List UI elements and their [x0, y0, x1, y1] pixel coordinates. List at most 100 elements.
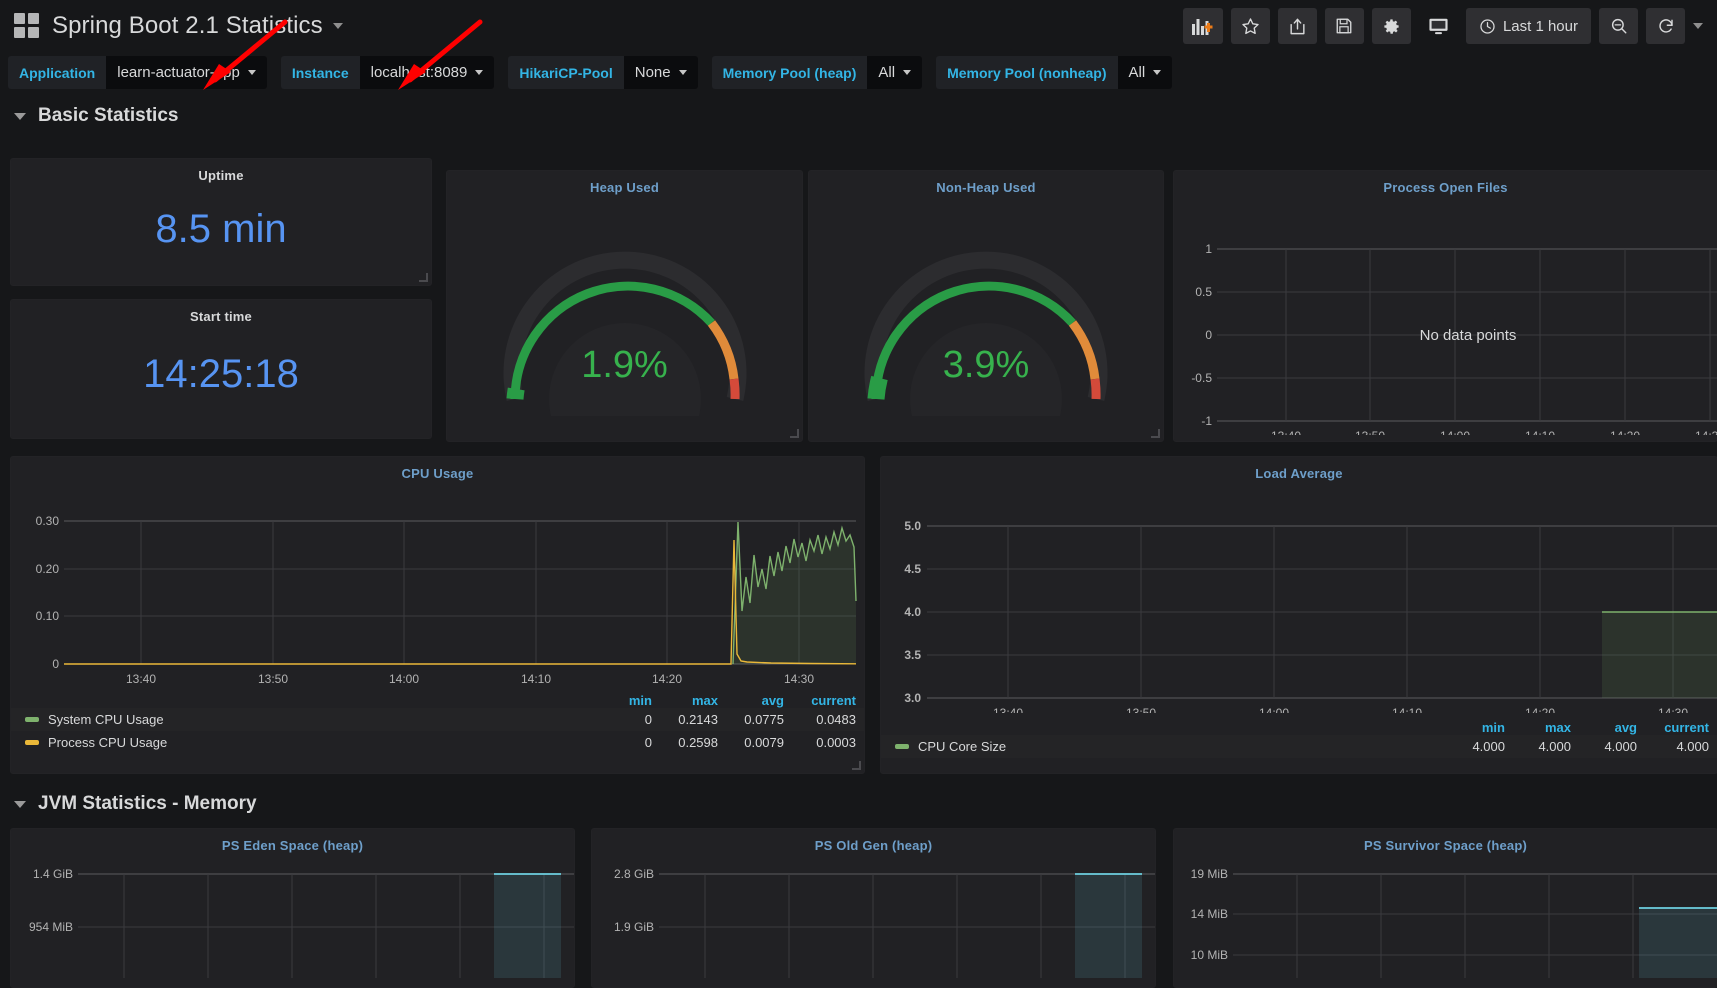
eden-area: [494, 874, 561, 978]
ytick-label: 0.20: [36, 562, 60, 576]
ytick-label: 4.0: [904, 605, 921, 619]
ytick-label: 4.5: [904, 562, 921, 576]
ps-eden-space-graph[interactable]: 1.4 GiB 954 MiB: [11, 853, 575, 978]
panel-load-average[interactable]: Load Average 5.0 4.5 4.0 3.5 3.0 13:40 1…: [880, 456, 1717, 774]
panel-heap-used[interactable]: Heap Used 1.9%: [446, 170, 803, 442]
panel-resize-handle[interactable]: [852, 761, 861, 770]
xtick-label: 13:40: [126, 672, 156, 686]
legend-min-value: 4.000: [1472, 739, 1505, 754]
legend-row[interactable]: CPU Core Size 4.000 4.000 4.000 4.000: [881, 735, 1717, 758]
legend-series-name: System CPU Usage: [48, 712, 164, 727]
chevron-down-icon[interactable]: [332, 23, 343, 29]
ytick-label: 1: [1205, 242, 1212, 256]
xtick-label: 14:30: [1658, 706, 1688, 713]
xtick-label: 14:20: [1610, 429, 1640, 435]
panel-non-heap-used[interactable]: Non-Heap Used 3.9%: [808, 170, 1164, 442]
var-memory-pool-nonheap-select[interactable]: All: [1117, 56, 1173, 89]
row-header-basic-statistics[interactable]: Basic Statistics: [0, 97, 1717, 133]
panel-resize-handle[interactable]: [419, 273, 428, 282]
ytick-label: 0: [1205, 328, 1212, 342]
legend-avg-value: 0.0079: [744, 735, 784, 750]
legend-col-min[interactable]: min: [594, 693, 660, 708]
cpu-usage-graph[interactable]: 0.30 0.20 0.10 0 13:40 13:50 14:00 14:10…: [11, 481, 865, 686]
panel-title: Process Open Files: [1383, 180, 1508, 195]
add-panel-button[interactable]: [1182, 8, 1223, 44]
nonheap-gauge: 3.9%: [809, 201, 1163, 416]
xtick-label: 13:40: [1271, 429, 1301, 435]
ytick-label: 14 MiB: [1191, 907, 1228, 921]
ytick-label: -0.5: [1191, 371, 1212, 385]
panel-ps-old-gen[interactable]: PS Old Gen (heap) 2.8 GiB 1.9 GiB: [591, 828, 1156, 988]
clock-icon: [1480, 18, 1495, 34]
var-memory-pool-nonheap-label: Memory Pool (nonheap): [936, 56, 1118, 89]
xtick-label: 13:50: [1355, 429, 1385, 435]
legend-max-value: 0.2598: [678, 735, 718, 750]
xtick-label: 14:20: [652, 672, 682, 686]
panel-title: PS Survivor Space (heap): [1363, 838, 1528, 853]
oldgen-area: [1075, 874, 1142, 978]
legend-row[interactable]: System CPU Usage 0 0.2143 0.0775 0.0483: [11, 708, 864, 731]
zoom-out-button[interactable]: [1599, 8, 1638, 44]
xtick-label: 14:30: [784, 672, 814, 686]
page-title[interactable]: Spring Boot 2.1 Statistics: [52, 12, 323, 40]
share-button[interactable]: [1277, 8, 1317, 44]
ps-survivor-space-graph[interactable]: 19 MiB 14 MiB 10 MiB: [1174, 853, 1717, 978]
panel-resize-handle[interactable]: [1151, 429, 1160, 438]
xtick-label: 13:50: [1126, 706, 1156, 713]
time-range-label: Last 1 hour: [1502, 17, 1578, 35]
process-open-files-graph[interactable]: 1 0.5 0 -0.5 -1 13:40 13:50 14:00 14:10 …: [1174, 195, 1717, 441]
legend-col-avg[interactable]: avg: [1579, 720, 1645, 735]
star-button[interactable]: [1230, 8, 1270, 44]
legend-col-max[interactable]: max: [1513, 720, 1579, 735]
legend-col-current[interactable]: current: [1645, 720, 1717, 735]
panel-title: CPU Usage: [401, 466, 474, 481]
legend-col-avg[interactable]: avg: [726, 693, 792, 708]
ytick-label: 2.8 GiB: [614, 867, 654, 881]
legend-series-name: CPU Core Size: [918, 739, 1007, 754]
refresh-button[interactable]: [1646, 8, 1685, 44]
kiosk-button[interactable]: [1419, 8, 1458, 44]
time-range-picker[interactable]: Last 1 hour: [1465, 8, 1591, 44]
panel-title: Non-Heap Used: [936, 180, 1036, 195]
cpu-usage-legend: . min max avg current System CPU Usage 0…: [11, 691, 864, 754]
panel-title: Heap Used: [590, 180, 659, 195]
xtick-label: 14:00: [1259, 706, 1289, 713]
xtick-label: 14:20: [1525, 706, 1555, 713]
legend-row[interactable]: Process CPU Usage 0 0.2598 0.0079 0.0003: [11, 731, 864, 754]
panel-title: Uptime: [198, 168, 244, 183]
ytick-label: 1.9 GiB: [614, 920, 654, 934]
ytick-label: 0: [52, 657, 59, 671]
legend-col-max[interactable]: max: [660, 693, 726, 708]
refresh-interval-caret-icon[interactable]: [1693, 23, 1703, 29]
legend-min-value: 0: [644, 712, 652, 727]
panel-cpu-usage[interactable]: CPU Usage 0.30 0.20 0.10 0 13:40 13:50 1…: [10, 456, 865, 774]
var-memory-pool-nonheap: Memory Pool (nonheap) All: [936, 56, 1173, 89]
panel-resize-handle[interactable]: [790, 429, 799, 438]
panel-uptime[interactable]: Uptime 8.5 min: [10, 158, 432, 286]
chevron-down-icon: [14, 800, 26, 808]
var-memory-pool-nonheap-value: All: [1128, 64, 1146, 81]
legend-max-value: 0.2143: [678, 712, 718, 727]
save-button[interactable]: [1324, 8, 1364, 44]
ytick-label: 3.5: [904, 648, 921, 662]
nonheap-gauge-value: 3.9%: [942, 344, 1030, 386]
legend-col-min[interactable]: min: [1447, 720, 1513, 735]
var-instance-select[interactable]: localhost:8089: [359, 56, 495, 89]
chevron-down-icon: [475, 70, 484, 75]
ps-old-gen-graph[interactable]: 2.8 GiB 1.9 GiB: [592, 853, 1156, 978]
legend-col-current[interactable]: current: [792, 693, 864, 708]
var-hikaricp-pool-select[interactable]: None: [623, 56, 698, 89]
row-header-jvm-statistics-memory[interactable]: JVM Statistics - Memory: [0, 785, 257, 821]
panel-ps-survivor-space[interactable]: PS Survivor Space (heap) 19 MiB 14 MiB 1…: [1173, 828, 1717, 988]
var-hikaricp-pool-value: None: [634, 64, 671, 81]
load-average-graph[interactable]: 5.0 4.5 4.0 3.5 3.0 13:40 13:50 14:00 14…: [881, 481, 1717, 720]
panel-start-time[interactable]: Start time 14:25:18: [10, 299, 432, 439]
var-memory-pool-heap-select[interactable]: All: [867, 56, 923, 89]
var-application-select[interactable]: learn-actuator-app: [106, 56, 267, 89]
panel-process-open-files[interactable]: Process Open Files 1 0.5 0 -0.5 -1 13:40…: [1173, 170, 1717, 442]
settings-button[interactable]: [1371, 8, 1411, 44]
legend-current-value: 0.0483: [816, 712, 856, 727]
ytick-label: 0.30: [36, 514, 60, 528]
panel-ps-eden-space[interactable]: PS Eden Space (heap) 1.4 GiB 954 MiB: [10, 828, 575, 988]
template-variables-row: Application learn-actuator-app Instance …: [0, 19, 1717, 97]
